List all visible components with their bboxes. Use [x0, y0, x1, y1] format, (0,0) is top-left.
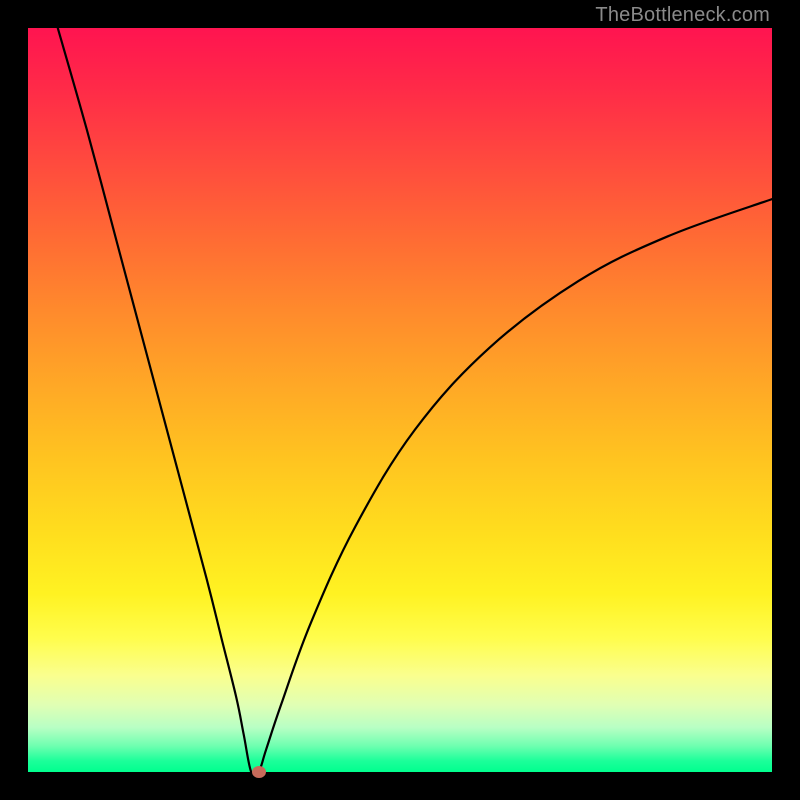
bottleneck-curve: [58, 28, 772, 772]
chart-frame: TheBottleneck.com: [0, 0, 800, 800]
curve-svg: [28, 28, 772, 772]
minimum-marker: [252, 766, 266, 778]
plot-area: [28, 28, 772, 772]
watermark-text: TheBottleneck.com: [595, 4, 770, 27]
